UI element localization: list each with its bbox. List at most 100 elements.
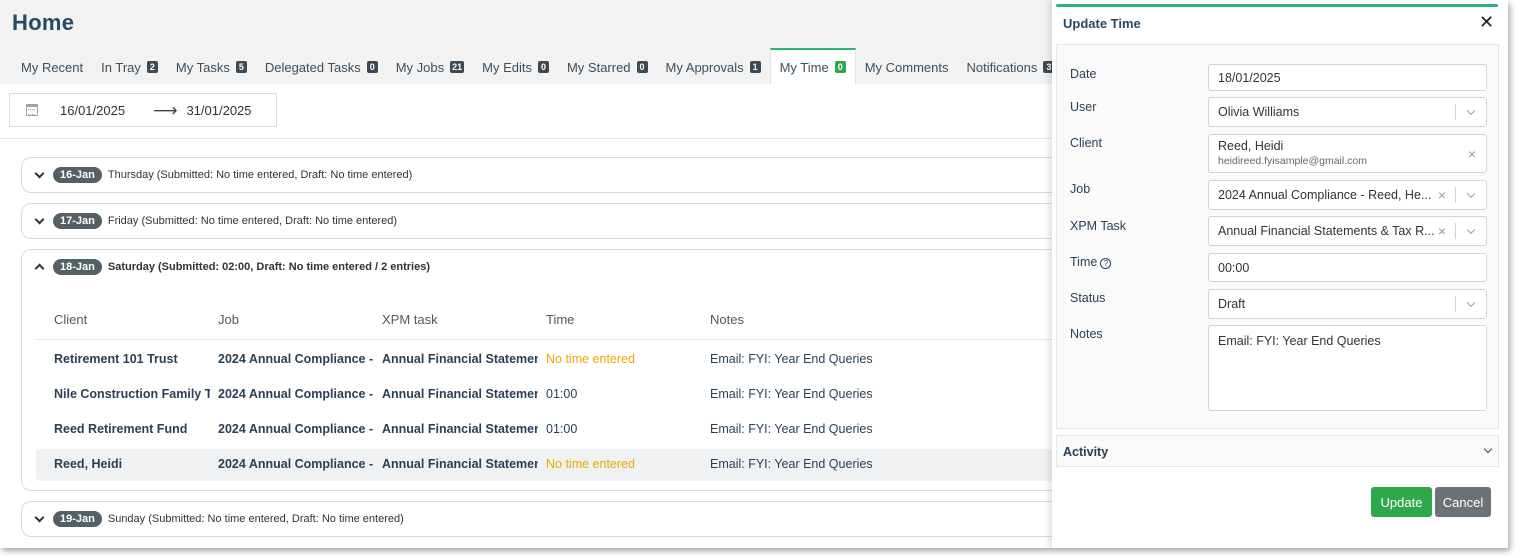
panel-title: Update Time	[1063, 16, 1141, 31]
page-header: Home My Recent In Tray 2 My Tasks 5 Delega…	[0, 0, 1060, 84]
chevron-down-icon[interactable]	[1466, 298, 1476, 308]
day-pill: 18-Jan	[53, 259, 102, 275]
clear-icon[interactable]: ×	[1468, 147, 1476, 161]
chevron-down-icon[interactable]	[1466, 225, 1476, 235]
cell-notes: Email: FYI: Year End Queries	[710, 457, 873, 471]
app-frame: Home My Recent In Tray 2 My Tasks 5 Delega…	[0, 0, 1508, 548]
cell-job: 2024 Annual Compliance -...	[218, 352, 374, 366]
date-field[interactable]: 18/01/2025	[1208, 64, 1487, 91]
cell-task: Annual Financial Statemen...	[382, 387, 538, 401]
tab-my-comments[interactable]: My Comments	[856, 48, 958, 84]
cell-job: 2024 Annual Compliance -...	[218, 387, 374, 401]
close-icon[interactable]: ✕	[1479, 13, 1494, 31]
time-field[interactable]: 00:00	[1208, 253, 1487, 282]
clear-icon[interactable]: ×	[1438, 188, 1446, 202]
day-header[interactable]: 19-Jan Sunday (Submitted: No time entere…	[22, 502, 1080, 536]
tab-notifications[interactable]: Notifications 3	[958, 48, 1064, 84]
column-header-task: XPM task	[382, 312, 438, 327]
tab-my-approvals[interactable]: My Approvals 1	[657, 48, 770, 84]
panel-accent-bar	[1056, 4, 1498, 7]
notes-textarea[interactable]: Email: FYI: Year End Queries	[1208, 325, 1487, 411]
chevron-down-icon[interactable]	[34, 512, 45, 522]
tab-my-tasks[interactable]: My Tasks 5	[167, 48, 256, 84]
tab-my-time[interactable]: My Time 0	[769, 48, 856, 84]
activity-section[interactable]: Activity	[1056, 435, 1499, 467]
tab-in-tray[interactable]: In Tray 2	[92, 48, 167, 84]
cell-job: 2024 Annual Compliance -...	[218, 457, 374, 471]
cell-client: Nile Construction Family T...	[54, 387, 210, 401]
date-from[interactable]: 16/01/2025	[60, 103, 125, 118]
tab-delegated-tasks[interactable]: Delegated Tasks 0	[256, 48, 387, 84]
user-label: User	[1070, 100, 1097, 114]
xpm-task-select[interactable]: Annual Financial Statements & Tax R... ×	[1208, 216, 1487, 246]
date-range-picker[interactable]: 16/01/2025 ⟶ 31/01/2025	[9, 93, 277, 127]
cell-client: Reed Retirement Fund	[54, 422, 188, 436]
day-header[interactable]: 16-Jan Thursday (Submitted: No time ente…	[22, 158, 1080, 192]
chevron-up-icon[interactable]	[34, 263, 45, 274]
select-separator	[1455, 187, 1456, 203]
tab-my-recent[interactable]: My Recent	[12, 48, 92, 84]
date-to[interactable]: 31/01/2025	[186, 103, 251, 118]
day-header[interactable]: 18-Jan Saturday (Submitted: 02:00, Draft…	[22, 250, 1080, 284]
tab-my-edits[interactable]: My Edits 0	[473, 48, 558, 84]
tab-my-starred[interactable]: My Starred 0	[558, 48, 657, 84]
user-value: Olivia Williams	[1218, 105, 1300, 119]
cell-time: No time entered	[546, 457, 635, 471]
cell-notes: Email: FYI: Year End Queries	[710, 387, 873, 401]
cell-client: Retirement 101 Trust	[54, 352, 178, 366]
status-label: Status	[1070, 291, 1106, 305]
chevron-down-icon[interactable]	[1466, 189, 1476, 199]
table-divider	[36, 339, 1061, 340]
cell-client: Reed, Heidi	[54, 457, 123, 471]
job-value: 2024 Annual Compliance - Reed, He...	[1218, 188, 1432, 202]
tab-label: My Recent	[21, 59, 84, 75]
page-title: Home	[12, 10, 75, 35]
count-badge: 2	[146, 61, 158, 73]
table-row-selected[interactable]: Reed, Heidi 2024 Annual Compliance -... …	[36, 449, 1061, 481]
day-pill: 19-Jan	[53, 511, 102, 527]
tab-label: My Time	[779, 59, 829, 75]
status-select[interactable]: Draft	[1208, 289, 1487, 319]
chevron-down-icon[interactable]	[34, 168, 45, 178]
help-icon[interactable]: ?	[1100, 258, 1112, 269]
day-summary: Thursday (Submitted: No time entered, Dr…	[107, 169, 413, 181]
chevron-down-icon[interactable]	[34, 214, 45, 224]
chevron-down-icon[interactable]	[1483, 444, 1493, 454]
table-row[interactable]: Retirement 101 Trust 2024 Annual Complia…	[36, 344, 1061, 376]
job-select[interactable]: 2024 Annual Compliance - Reed, He... ×	[1208, 180, 1487, 210]
task-value: Annual Financial Statements & Tax R...	[1218, 224, 1435, 238]
tab-label: My Starred	[566, 59, 631, 75]
cell-task: Annual Financial Statemen...	[382, 457, 538, 471]
task-label: XPM Task	[1070, 219, 1127, 233]
clear-icon[interactable]: ×	[1438, 224, 1446, 238]
day-panel-16-jan: 16-Jan Thursday (Submitted: No time ente…	[21, 157, 1081, 193]
activity-label: Activity	[1063, 445, 1109, 459]
client-select[interactable]: Reed, Heidi heidireed.fyisample@gmail.co…	[1208, 134, 1487, 173]
column-header-notes: Notes	[710, 312, 744, 327]
update-button[interactable]: Update	[1371, 487, 1432, 517]
table-row[interactable]: Reed Retirement Fund 2024 Annual Complia…	[36, 414, 1061, 446]
table-header: Client Job XPM task Time Notes	[22, 312, 1062, 340]
count-badge: 5	[235, 61, 247, 73]
day-pill: 17-Jan	[53, 213, 102, 229]
count-badge: 0	[636, 61, 648, 73]
tab-bar: My Recent In Tray 2 My Tasks 5 Delegated T…	[12, 48, 1063, 84]
tab-my-jobs[interactable]: My Jobs 21	[387, 48, 473, 84]
cell-job: 2024 Annual Compliance -...	[218, 422, 374, 436]
table-row[interactable]: Nile Construction Family T... 2024 Annua…	[36, 379, 1061, 411]
count-badge: 0	[834, 61, 846, 73]
chevron-down-icon[interactable]	[1466, 106, 1476, 116]
time-label-text: Time	[1070, 255, 1098, 269]
day-header[interactable]: 17-Jan Friday (Submitted: No time entere…	[22, 204, 1080, 238]
select-separator	[1455, 223, 1456, 239]
cell-notes: Email: FYI: Year End Queries	[710, 352, 873, 366]
user-select[interactable]: Olivia Williams	[1208, 97, 1487, 127]
column-header-time: Time	[546, 312, 575, 327]
cancel-button[interactable]: Cancel	[1435, 487, 1491, 517]
status-value: Draft	[1218, 297, 1246, 311]
day-summary: Saturday (Submitted: 02:00, Draft: No ti…	[107, 261, 430, 273]
cell-task: Annual Financial Statemen...	[382, 422, 538, 436]
day-summary: Friday (Submitted: No time entered, Draf…	[107, 215, 398, 227]
client-email: heidireed.fyisample@gmail.com	[1218, 155, 1367, 167]
tab-label: Notifications	[966, 59, 1038, 75]
